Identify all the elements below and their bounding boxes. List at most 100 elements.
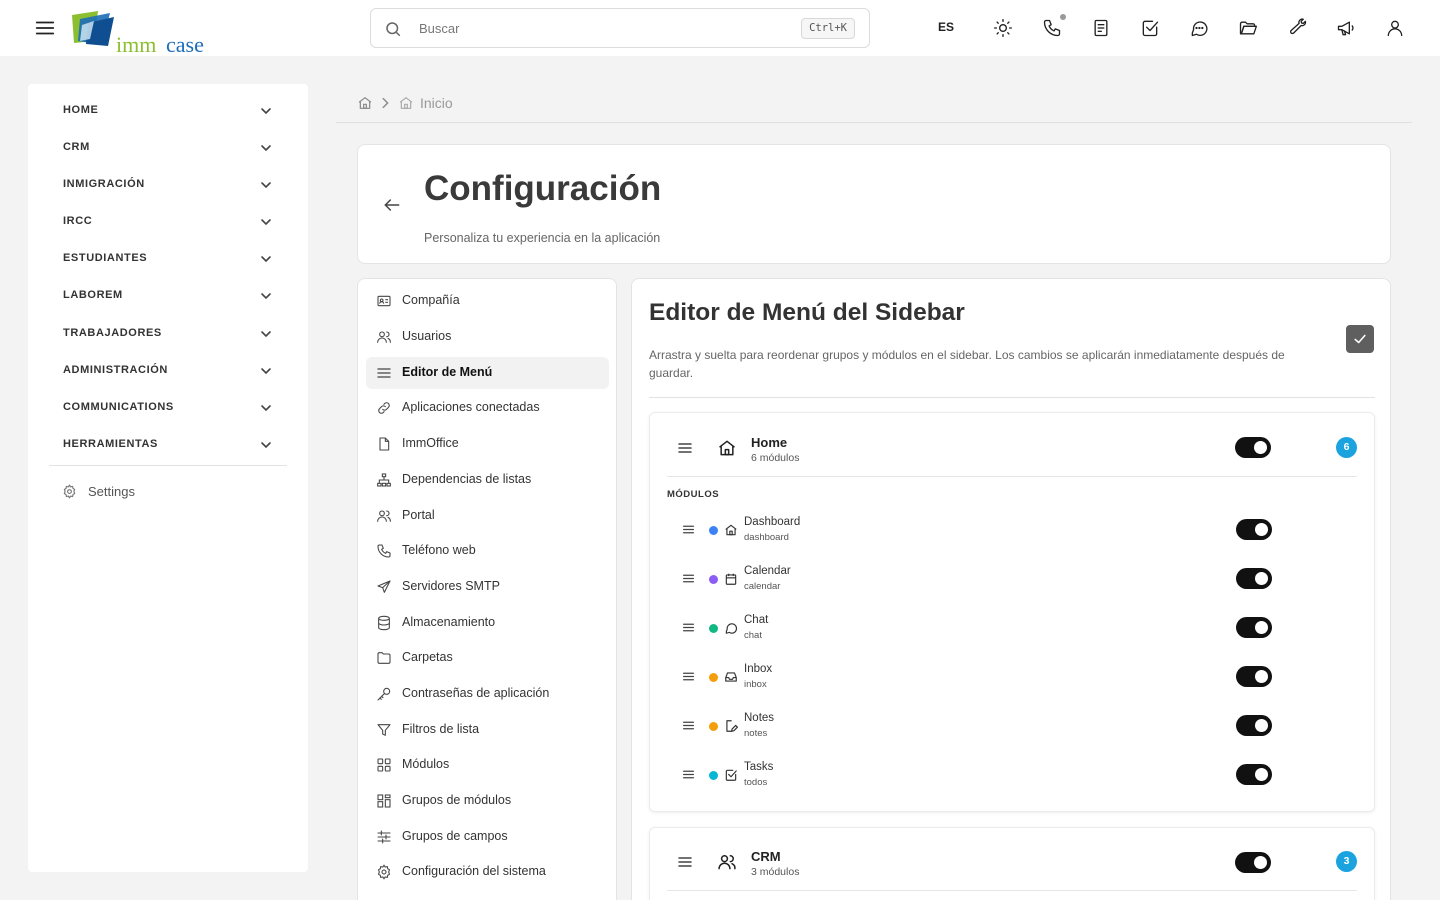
chat-icon[interactable]: [1189, 18, 1209, 38]
phone-icon[interactable]: [1042, 18, 1062, 38]
chevron-down-icon: [258, 214, 274, 230]
group-visibility-toggle[interactable]: [1235, 437, 1271, 458]
menu-group-crm[interactable]: CRM 3 módulos 3: [649, 827, 1375, 900]
back-arrow-icon[interactable]: [382, 195, 402, 215]
module-row-dashboard[interactable]: Dashboard dashboard: [650, 511, 1374, 551]
tasks-icon[interactable]: [1140, 18, 1160, 38]
settings-nav-grupos-campos[interactable]: Grupos de campos: [366, 821, 609, 853]
sidebar-group-trabajadores[interactable]: TRABAJADORES: [48, 317, 288, 351]
settings-nav-compania[interactable]: Compañía: [366, 285, 609, 317]
drag-handle-icon[interactable]: [682, 768, 695, 781]
module-visibility-toggle[interactable]: [1236, 568, 1272, 589]
drag-handle-icon[interactable]: [677, 854, 693, 870]
sidebar-group-label: LABOREM: [63, 289, 123, 301]
sidebar-group-crm[interactable]: CRM: [48, 131, 288, 165]
drag-handle-icon[interactable]: [682, 621, 695, 634]
search-input[interactable]: [419, 17, 779, 39]
sidebar-group-estudiantes[interactable]: ESTUDIANTES: [48, 242, 288, 276]
module-row-inbox[interactable]: Inbox inbox: [650, 658, 1374, 698]
module-visibility-toggle[interactable]: [1236, 617, 1272, 638]
settings-nav-carpetas[interactable]: Carpetas: [366, 642, 609, 674]
settings-nav-label: Grupos de campos: [402, 829, 508, 843]
users-icon: [376, 508, 392, 524]
settings-nav-label: Dependencias de listas: [402, 472, 532, 486]
sidebar-item-settings[interactable]: Settings: [62, 479, 262, 505]
check-icon: [1354, 334, 1366, 344]
sidebar-group-label: COMMUNICATIONS: [63, 401, 174, 413]
group-visibility-toggle[interactable]: [1235, 852, 1271, 873]
sliders-icon: [376, 829, 392, 845]
module-row-chat[interactable]: Chat chat: [650, 609, 1374, 649]
settings-nav-usuarios[interactable]: Usuarios: [366, 321, 609, 353]
settings-nav-dependencias[interactable]: Dependencias de listas: [366, 464, 609, 496]
sidebar-group-home[interactable]: HOME: [48, 94, 288, 128]
module-name: Tasks: [744, 761, 774, 773]
language-selector[interactable]: ES: [938, 20, 954, 34]
wrench-icon[interactable]: [1287, 18, 1307, 38]
save-button[interactable]: [1346, 325, 1374, 353]
settings-nav-contrasenas[interactable]: Contraseñas de aplicación: [366, 678, 609, 710]
drag-handle-icon[interactable]: [682, 719, 695, 732]
module-row-tasks[interactable]: Tasks todos: [650, 756, 1374, 796]
module-color-dot: [709, 771, 718, 780]
page-title: Configuración: [424, 169, 662, 208]
settings-nav-configuracion-sistema[interactable]: Configuración del sistema: [366, 856, 609, 888]
settings-nav-label: Aplicaciones conectadas: [402, 400, 540, 414]
home-icon: [398, 95, 414, 111]
settings-nav-immoffice[interactable]: ImmOffice: [366, 428, 609, 460]
module-visibility-toggle[interactable]: [1236, 715, 1272, 736]
search-box[interactable]: Ctrl+K: [370, 8, 870, 48]
chevron-down-icon: [258, 103, 274, 119]
settings-nav-editor-menu[interactable]: Editor de Menú: [366, 357, 609, 389]
drag-handle-icon[interactable]: [682, 523, 695, 536]
folder-icon[interactable]: [1238, 18, 1258, 38]
settings-nav-smtp[interactable]: Servidores SMTP: [366, 571, 609, 603]
menu-group-home[interactable]: Home 6 módulos 6 MÓDULOS Dashboard dashb…: [649, 412, 1375, 812]
megaphone-icon[interactable]: [1336, 18, 1356, 38]
sidebar-group-communications[interactable]: COMMUNICATIONS: [48, 391, 288, 425]
module-row-notes[interactable]: Notes notes: [650, 707, 1374, 747]
editor-title: Editor de Menú del Sidebar: [649, 299, 965, 326]
sidebar-group-herramientas[interactable]: HERRAMIENTAS: [48, 428, 288, 462]
module-visibility-toggle[interactable]: [1236, 666, 1272, 687]
sidebar-group-ircc[interactable]: IRCC: [48, 205, 288, 239]
search-icon: [384, 20, 402, 38]
module-row-calendar[interactable]: Calendar calendar: [650, 560, 1374, 600]
settings-nav-label: Módulos: [402, 757, 450, 771]
module-name: Inbox: [744, 663, 773, 675]
breadcrumb-home-icon[interactable]: [357, 95, 373, 111]
sidebar-group-inmigracion[interactable]: INMIGRACIÓN: [48, 168, 288, 202]
module-color-dot: [709, 673, 718, 682]
app-logo[interactable]: imm case: [70, 11, 215, 57]
settings-nav-portal[interactable]: Portal: [366, 500, 609, 532]
settings-nav-almacenamiento[interactable]: Almacenamiento: [366, 607, 609, 639]
settings-nav-label: Carpetas: [402, 650, 453, 664]
user-icon[interactable]: [1385, 18, 1405, 38]
settings-nav-telefono[interactable]: Teléfono web: [366, 535, 609, 567]
module-name: Calendar: [744, 565, 791, 577]
sitemap-icon: [376, 472, 392, 488]
module-color-dot: [709, 722, 718, 731]
sidebar-group-administracion[interactable]: ADMINISTRACIÓN: [48, 354, 288, 388]
module-visibility-toggle[interactable]: [1236, 764, 1272, 785]
settings-nav-grupos-modulos[interactable]: Grupos de módulos: [366, 785, 609, 817]
settings-nav-label: Editor de Menú: [402, 365, 493, 379]
settings-nav-modulos[interactable]: Módulos: [366, 749, 609, 781]
drag-handle-icon[interactable]: [682, 572, 695, 585]
drag-handle-icon[interactable]: [677, 440, 693, 456]
sun-icon[interactable]: [993, 18, 1013, 38]
settings-nav-filtros[interactable]: Filtros de lista: [366, 714, 609, 746]
sidebar-group-laborem[interactable]: LABOREM: [48, 279, 288, 313]
pencil-icon: [724, 719, 738, 733]
hamburger-menu-icon[interactable]: [34, 17, 56, 39]
module-visibility-toggle[interactable]: [1236, 519, 1272, 540]
notes-icon[interactable]: [1091, 18, 1111, 38]
logo-word-imm: imm: [116, 32, 157, 57]
filter-icon: [376, 722, 392, 738]
drag-handle-icon[interactable]: [682, 670, 695, 683]
module-key: calendar: [744, 581, 781, 592]
settings-nav-aplicaciones[interactable]: Aplicaciones conectadas: [366, 392, 609, 424]
module-color-dot: [709, 624, 718, 633]
group-count-badge: 6: [1336, 437, 1357, 458]
settings-nav-label: Servidores SMTP: [402, 579, 500, 593]
